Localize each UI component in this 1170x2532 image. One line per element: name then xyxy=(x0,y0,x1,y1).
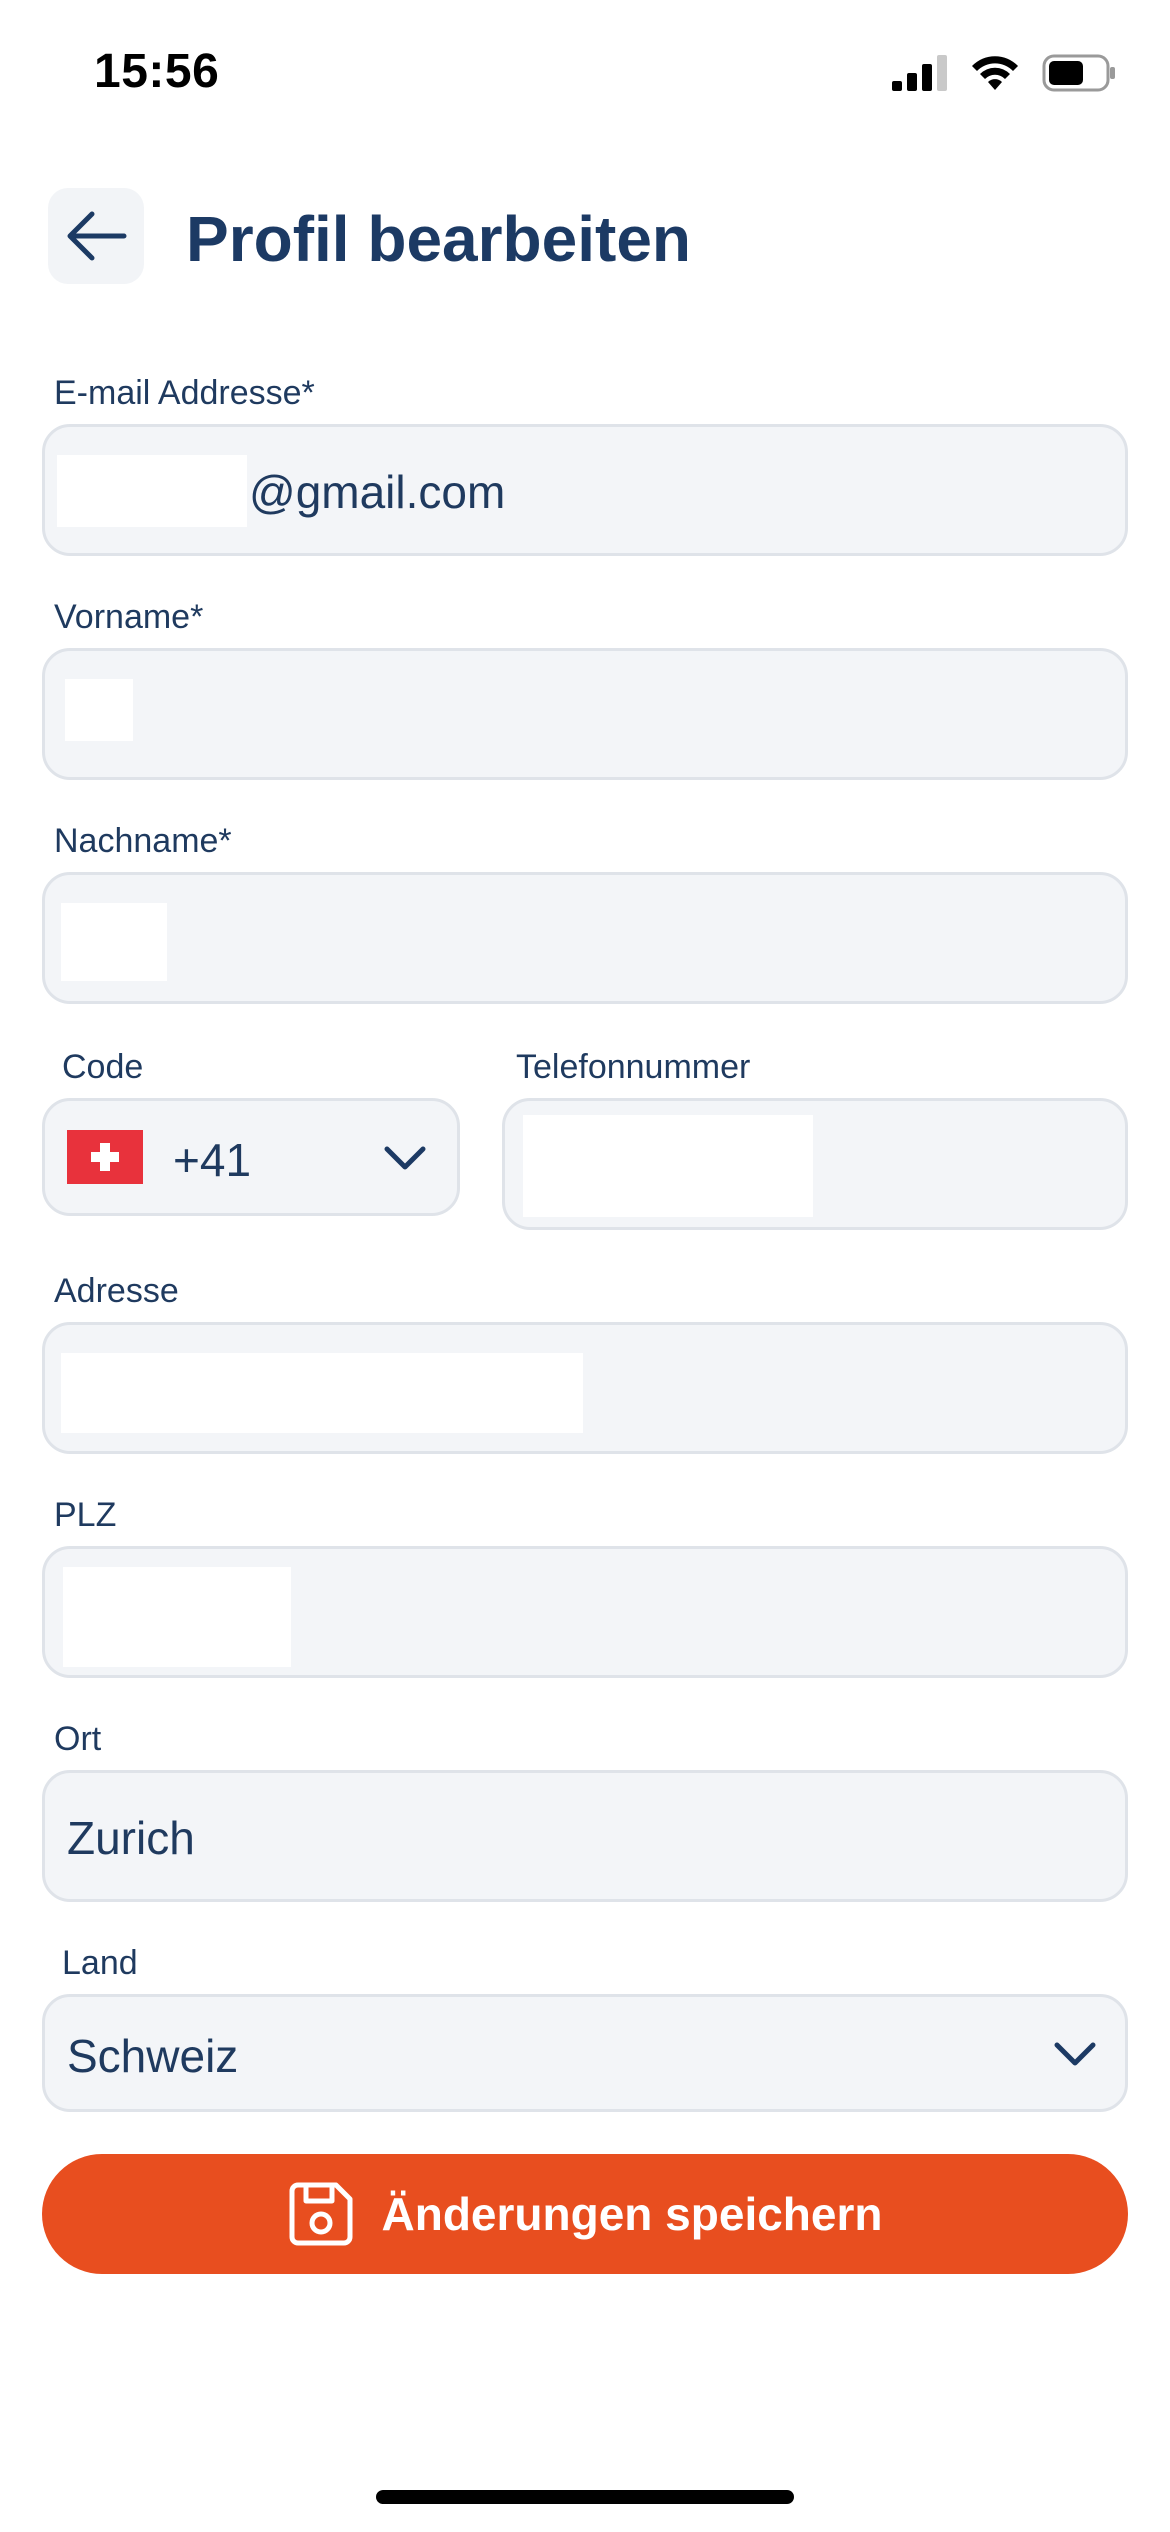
city-value: Zurich xyxy=(67,1812,195,1864)
zip-label: PLZ xyxy=(54,1496,117,1534)
first-name-label: Vorname* xyxy=(54,598,204,636)
page-title: Profil bearbeiten xyxy=(186,203,691,275)
address-field[interactable] xyxy=(42,1322,1128,1454)
redacted-first-name xyxy=(65,679,133,741)
save-disk-icon xyxy=(289,2182,353,2246)
status-icons xyxy=(892,54,1116,92)
back-button[interactable] xyxy=(48,188,144,284)
save-changes-button[interactable]: Änderungen speichern xyxy=(42,2154,1128,2274)
phone-code-select[interactable]: +41 xyxy=(42,1098,460,1216)
redacted-zip xyxy=(63,1567,291,1667)
last-name-field[interactable] xyxy=(42,872,1128,1004)
address-label: Adresse xyxy=(54,1272,179,1310)
city-label: Ort xyxy=(54,1720,102,1758)
arrow-left-icon xyxy=(67,211,127,261)
country-label: Land xyxy=(62,1944,138,1982)
phone-number-field[interactable] xyxy=(502,1098,1128,1230)
wifi-icon xyxy=(972,56,1018,90)
redacted-email-local xyxy=(57,455,247,527)
switzerland-flag-icon xyxy=(67,1130,143,1184)
save-button-label: Änderungen speichern xyxy=(381,2188,883,2240)
phone-code-value: +41 xyxy=(173,1134,252,1186)
home-indicator[interactable] xyxy=(376,2490,794,2504)
phone-code-label: Code xyxy=(62,1048,144,1086)
status-time: 15:56 xyxy=(94,45,220,98)
redacted-last-name xyxy=(61,903,167,981)
country-value: Schweiz xyxy=(67,2030,239,2082)
phone-number-label: Telefonnummer xyxy=(516,1048,751,1086)
country-select[interactable]: Schweiz xyxy=(42,1994,1128,2112)
first-name-field[interactable] xyxy=(42,648,1128,780)
chevron-down-icon xyxy=(384,1146,426,1170)
header: Profil bearbeiten xyxy=(0,188,1170,288)
last-name-label: Nachname* xyxy=(54,822,232,860)
email-field[interactable]: @gmail.com xyxy=(42,424,1128,556)
redacted-phone-number xyxy=(523,1115,813,1217)
redacted-address xyxy=(61,1353,583,1433)
city-field[interactable]: Zurich xyxy=(42,1770,1128,1902)
zip-field[interactable] xyxy=(42,1546,1128,1678)
cellular-signal-icon xyxy=(892,55,947,91)
battery-icon xyxy=(1042,54,1115,92)
chevron-down-icon xyxy=(1054,2042,1096,2066)
status-bar: 15:56 xyxy=(0,0,1170,150)
email-value: @gmail.com xyxy=(249,466,506,518)
email-label: E-mail Addresse* xyxy=(54,374,315,412)
